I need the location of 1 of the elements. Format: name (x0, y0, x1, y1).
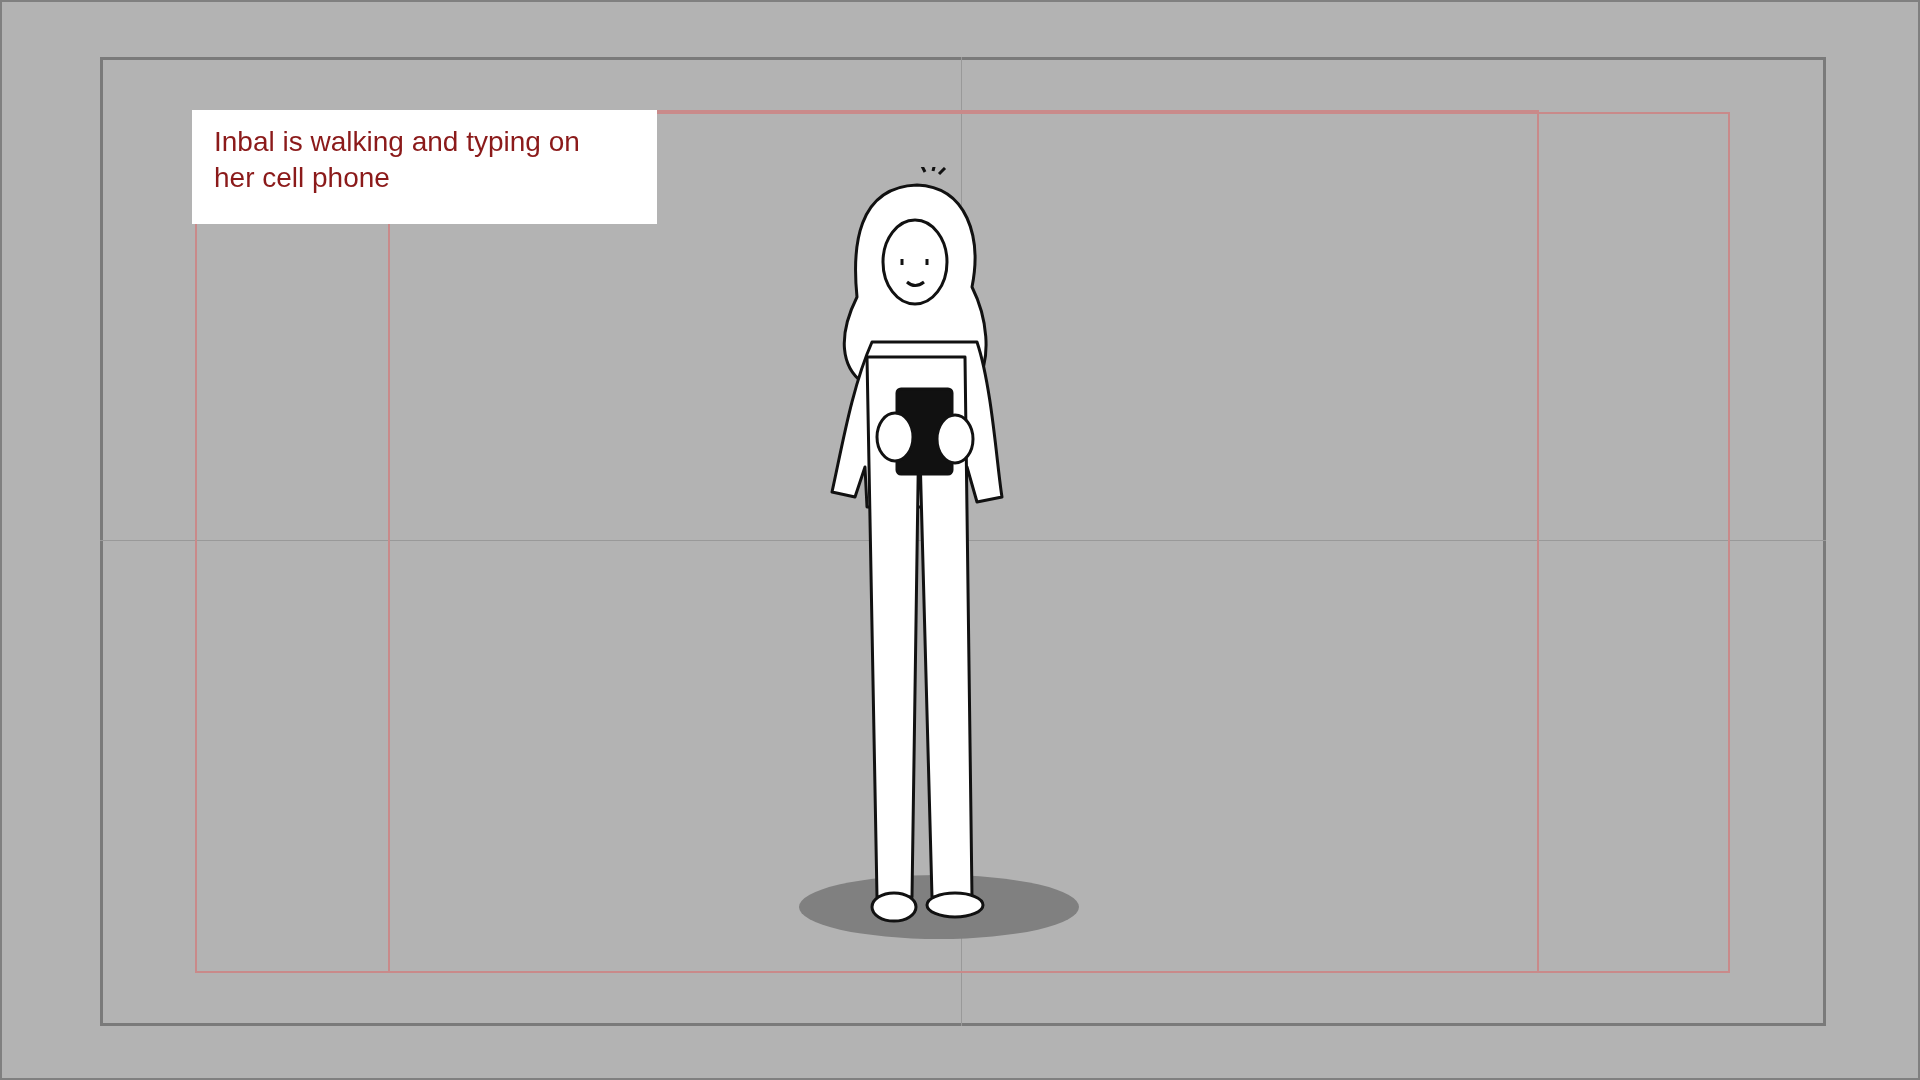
caption-text: Inbal is walking and typing on her cell phone (214, 125, 581, 195)
